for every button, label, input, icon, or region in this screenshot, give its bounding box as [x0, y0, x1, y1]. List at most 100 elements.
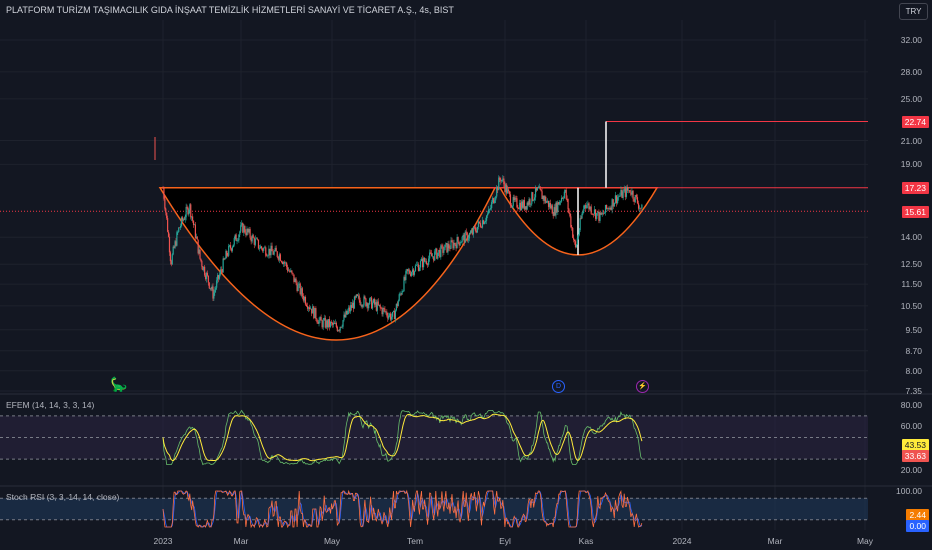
candle-body	[565, 189, 567, 199]
candle-body	[238, 234, 240, 241]
candle-body	[489, 209, 491, 210]
time-tick: Mar	[233, 536, 249, 546]
candle-body	[603, 212, 606, 214]
candle-body	[634, 195, 636, 202]
candle-body	[560, 201, 562, 203]
candle-body	[335, 322, 337, 327]
candle-body	[319, 317, 321, 320]
candle-body	[249, 229, 251, 238]
candle-body	[164, 198, 166, 209]
candle-body	[611, 199, 613, 210]
candle-body	[311, 308, 313, 314]
candle-body	[299, 283, 301, 295]
candle-body	[240, 225, 242, 232]
split-event-icon[interactable]: ⚡	[636, 380, 649, 393]
candle-body	[409, 270, 411, 274]
candle-body	[190, 204, 192, 218]
candle-body	[278, 254, 280, 260]
time-tick: Mar	[767, 536, 783, 546]
candle-body	[573, 239, 576, 242]
candle-body	[397, 300, 399, 307]
candle-body	[200, 258, 202, 262]
dividend-event-icon[interactable]: D	[552, 380, 565, 393]
candle-body	[313, 306, 315, 319]
candle-body	[595, 209, 597, 219]
candle-body	[286, 262, 288, 267]
candle-body	[178, 227, 180, 232]
currency-button[interactable]: TRY	[899, 3, 928, 20]
candle-body	[468, 233, 470, 239]
candle-body	[314, 308, 316, 319]
candle-body	[609, 207, 611, 210]
chart-canvas[interactable]	[0, 0, 932, 550]
candle-body	[302, 296, 304, 301]
candle-body	[631, 190, 633, 195]
candle-body	[256, 238, 259, 240]
candle-body	[377, 301, 379, 306]
candle-body	[469, 232, 471, 234]
candle-body	[231, 247, 234, 251]
efem-label[interactable]: EFEM (14, 14, 3, 3, 14)	[6, 400, 94, 410]
candle-body	[401, 291, 403, 295]
candle-body	[465, 231, 467, 233]
candle-body	[478, 221, 481, 224]
candle-body	[176, 232, 178, 246]
candle-body	[434, 251, 436, 261]
candle-body	[177, 231, 179, 233]
candle-body	[570, 216, 572, 227]
candle-body	[316, 318, 318, 322]
candle-body	[315, 308, 317, 319]
candle-body	[582, 211, 584, 214]
candle-body	[320, 317, 322, 321]
candle-body	[259, 246, 262, 249]
candle-body	[242, 223, 244, 233]
candle-body	[228, 245, 230, 256]
candle-body	[614, 195, 617, 203]
candle-body	[601, 212, 603, 215]
candle-body	[413, 271, 416, 275]
candle-body	[383, 307, 385, 309]
candle-body	[598, 211, 600, 221]
candle-body	[328, 319, 331, 327]
candle-body	[533, 199, 535, 201]
candle-body	[637, 203, 640, 209]
candle-body	[483, 221, 486, 225]
candle-body	[592, 213, 594, 215]
candle-body	[309, 307, 311, 310]
efem-tick: 20.00	[900, 465, 922, 475]
candle-body	[341, 326, 343, 328]
candle-body	[633, 198, 635, 202]
candle-body	[276, 251, 278, 258]
candle-body	[593, 209, 596, 215]
efem-tick: 60.00	[900, 421, 922, 431]
candle-body	[329, 321, 332, 327]
candle-body	[321, 320, 323, 328]
candle-body	[591, 213, 593, 215]
candle-body	[233, 238, 235, 245]
candle-body	[437, 252, 439, 259]
candle-body	[305, 304, 308, 307]
candle-body	[599, 212, 601, 221]
candle-body	[596, 213, 598, 219]
candle-body	[303, 296, 306, 301]
candle-body	[297, 284, 299, 291]
candle-body	[571, 226, 573, 228]
candle-body	[587, 203, 589, 206]
candle-body	[186, 206, 188, 208]
stoch-rsi-label[interactable]: Stoch RSI (3, 3, 14, 14, close)	[6, 492, 119, 502]
candle-body	[622, 191, 624, 198]
candle-body	[530, 203, 532, 205]
candle-body	[358, 295, 360, 301]
candle-body	[287, 266, 289, 272]
candle-body	[295, 278, 297, 284]
candle-body	[379, 304, 381, 308]
candle-body	[224, 258, 226, 260]
candle-body	[405, 271, 407, 280]
candle-body	[629, 190, 631, 193]
candle-body	[274, 247, 276, 252]
candle-body	[534, 197, 536, 200]
candle-body	[402, 291, 404, 292]
candle-body	[499, 177, 501, 181]
candle-body	[251, 235, 253, 242]
time-tick: Tem	[406, 536, 424, 546]
